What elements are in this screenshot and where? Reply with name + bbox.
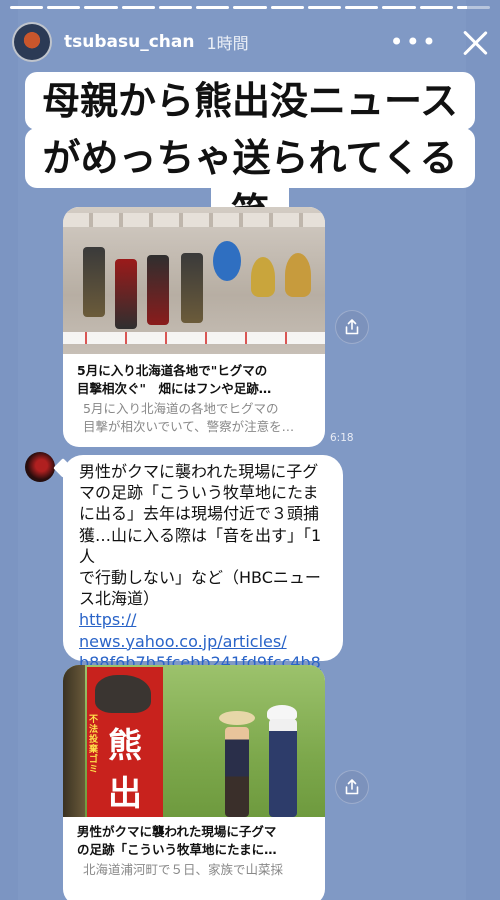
share-button[interactable] <box>335 310 369 344</box>
article-description: 5月に入り北海道の各地でヒグマの 目撃が相次いでいて、警察が注意を… <box>83 401 295 434</box>
progress-segment <box>345 6 379 9</box>
caption-line-1: 母親から熊出没ニュース <box>25 72 475 130</box>
article-title: 男性がクマに襲われた現場に子グマ の足跡「こういう牧草地にたまに… <box>77 824 277 857</box>
time-ago: 1時間 <box>206 34 249 53</box>
article-title: 5月に入り北海道各地で"ヒグマの 目撃相次ぐ" 畑にはフンや足跡… <box>77 363 272 396</box>
username[interactable]: tsubasu_chan <box>64 32 194 52</box>
progress-segment <box>270 6 304 9</box>
progress-segment <box>196 6 230 9</box>
progress-segment <box>307 6 342 9</box>
progress-segment <box>382 6 416 9</box>
message-bubble[interactable]: 男性がクマに襲われた現場に子グ マの足跡「こういう牧草地にたま に出る」去年は現… <box>63 455 343 693</box>
caption-line-2: がめっちゃ送られてくる <box>25 128 475 188</box>
close-icon[interactable] <box>460 27 490 57</box>
progress-segment <box>456 6 491 9</box>
user-avatar[interactable] <box>12 22 52 62</box>
link-preview-card[interactable]: 不法投棄ゴミ 熊 出 男性がクマに襲われた現場に子グマ の足跡「こういう牧草地に… <box>63 665 325 900</box>
story-progress-bar <box>10 6 491 9</box>
more-options-icon[interactable]: ••• <box>390 30 438 54</box>
bear-warning-sign: 不法投棄ゴミ 熊 出 <box>87 667 163 817</box>
progress-segment <box>233 6 267 9</box>
progress-segment <box>10 6 44 9</box>
article-description: 北海道浦河町で５日、家族で山菜採 <box>83 862 284 877</box>
message-timestamp: 6:18 <box>330 432 354 444</box>
share-button[interactable] <box>335 770 369 804</box>
link-preview-card[interactable]: 5月に入り北海道各地で"ヒグマの 目撃相次ぐ" 畑にはフンや足跡… 5月に入り北… <box>63 207 325 447</box>
progress-segment <box>121 6 155 9</box>
progress-segment <box>84 6 118 9</box>
share-icon <box>345 319 359 335</box>
progress-segment <box>419 6 453 9</box>
message-text: 男性がクマに襲われた現場に子グ マの足跡「こういう牧草地にたま に出る」去年は現… <box>79 462 322 609</box>
progress-segment <box>158 6 193 9</box>
article-thumbnail <box>63 207 325 354</box>
share-icon <box>345 779 359 795</box>
progress-segment <box>47 6 81 9</box>
sender-avatar[interactable] <box>25 452 55 482</box>
story-header: tsubasu_chan 1時間 ••• <box>12 22 490 62</box>
article-thumbnail: 不法投棄ゴミ 熊 出 <box>63 665 325 817</box>
